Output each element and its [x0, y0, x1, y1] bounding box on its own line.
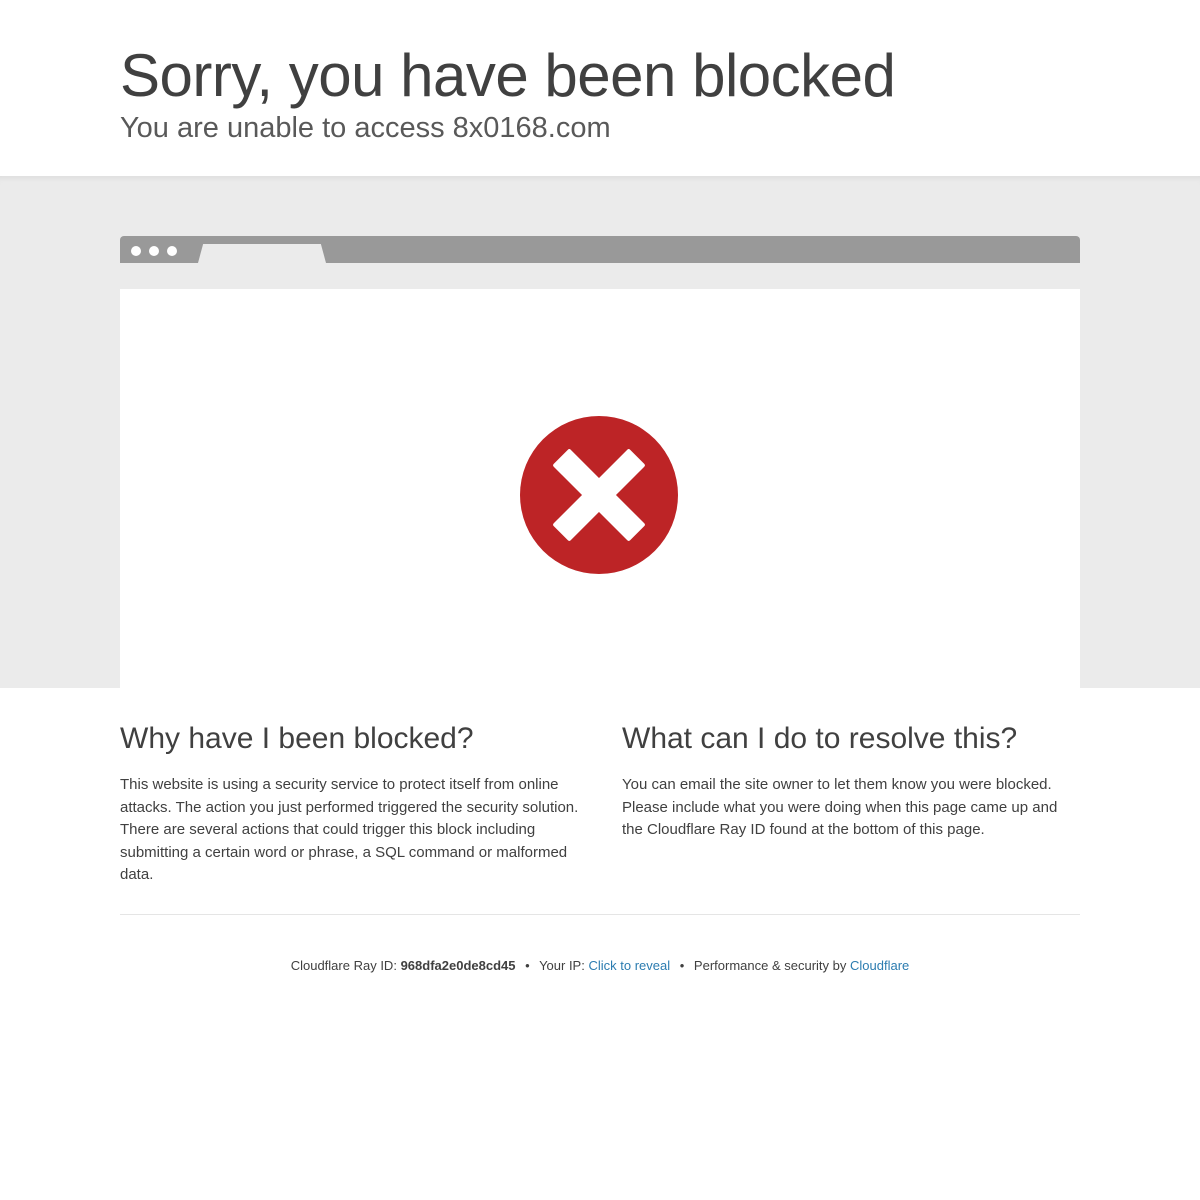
why-blocked-text: This website is using a security service… [120, 776, 579, 883]
resolve-section: What can I do to resolve this? You can e… [622, 718, 1082, 842]
window-dot-icon [167, 246, 177, 256]
page-title: Sorry, you have been blocked [120, 42, 896, 109]
browser-window-illustration [120, 289, 1080, 689]
reveal-ip-link[interactable]: Click to reveal [588, 958, 670, 973]
footer: Cloudflare Ray ID: 968dfa2e0de8cd45 • Yo… [0, 957, 1200, 975]
why-blocked-section: Why have I been blocked? This website is… [120, 718, 580, 887]
page-subtitle: You are unable to access 8x0168.com [120, 112, 611, 144]
footer-separator: • [679, 958, 685, 973]
ray-id-value: 968dfa2e0de8cd45 [400, 958, 516, 973]
footer-separator: • [525, 958, 530, 973]
page-header: Sorry, you have been blocked You are una… [0, 0, 1200, 176]
cloudflare-link[interactable]: Cloudflare [850, 958, 909, 973]
ip-label: Your IP: [539, 958, 585, 973]
performance-label: Performance & security by [693, 958, 847, 973]
browser-tab-illustration [198, 244, 326, 263]
resolve-text: You can email the site owner to let them… [622, 776, 1058, 838]
footer-divider [120, 914, 1080, 915]
window-dot-icon [149, 246, 159, 256]
why-blocked-heading: Why have I been blocked? [120, 722, 474, 755]
ray-id-label: Cloudflare Ray ID: [290, 958, 397, 973]
window-dot-icon [131, 246, 141, 256]
resolve-heading: What can I do to resolve this? [622, 722, 1018, 755]
block-error-icon [520, 416, 678, 574]
